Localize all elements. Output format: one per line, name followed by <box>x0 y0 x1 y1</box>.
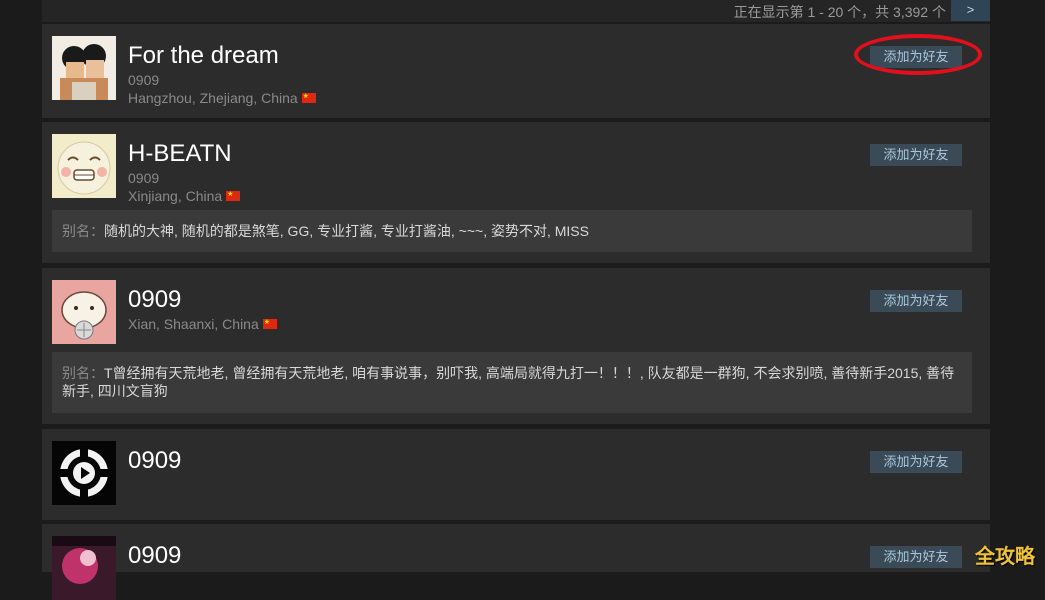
persona-location: Xinjiang, China <box>128 188 241 204</box>
china-flag-icon <box>262 319 277 330</box>
search-result-card: 0909 添加为好友 <box>42 429 990 520</box>
search-result-card: 0909 Xian, Shaanxi, China 添加为好友 别名：T曾经拥有… <box>42 268 990 424</box>
pagination-bar: 正在显示第 1 - 20 个，共 3,392 个 > <box>42 0 990 22</box>
search-result-card: 0909 添加为好友 <box>42 524 990 600</box>
avatar[interactable] <box>52 36 116 100</box>
alias-values: T曾经拥有天荒地老, 曾经拥有天荒地老, 咱有事说事，别吓我, 高端局就得九打一… <box>62 365 955 399</box>
alias-list: 别名：T曾经拥有天荒地老, 曾经拥有天荒地老, 咱有事说事，别吓我, 高端局就得… <box>52 352 972 413</box>
add-friend-button[interactable]: 添加为好友 <box>870 451 962 473</box>
alias-values: 随机的大神, 随机的都是煞笔, GG, 专业打酱, 专业打酱油, ~~~, 姿势… <box>104 223 589 239</box>
persona-name[interactable]: 0909 <box>128 286 181 314</box>
persona-location: Hangzhou, Zhejiang, China <box>128 90 316 106</box>
persona-subtitle: 0909 <box>128 170 160 186</box>
china-flag-icon <box>301 93 316 104</box>
avatar[interactable] <box>52 536 116 600</box>
persona-name[interactable]: 0909 <box>128 542 181 570</box>
persona-subtitle: 0909 <box>128 72 160 88</box>
add-friend-button[interactable]: 添加为好友 <box>870 546 962 568</box>
persona-location: Xian, Shaanxi, China <box>128 316 277 332</box>
next-page-button[interactable]: > <box>951 0 990 21</box>
add-friend-button[interactable]: 添加为好友 <box>870 290 962 312</box>
persona-name[interactable]: 0909 <box>128 447 181 475</box>
china-flag-icon <box>226 191 241 202</box>
search-result-card: For the dream 0909 Hangzhou, Zhejiang, C… <box>42 24 990 118</box>
alias-list: 别名：随机的大神, 随机的都是煞笔, GG, 专业打酱, 专业打酱油, ~~~,… <box>52 210 972 252</box>
persona-name[interactable]: H-BEATN <box>128 140 232 168</box>
avatar[interactable] <box>52 280 116 344</box>
watermark-logo: 全攻略 <box>975 546 1035 568</box>
alias-label: 别名： <box>62 365 104 381</box>
avatar[interactable] <box>52 441 116 505</box>
add-friend-button[interactable]: 添加为好友 <box>870 144 962 166</box>
red-highlight-circle <box>854 34 982 75</box>
avatar[interactable] <box>52 134 116 198</box>
persona-name[interactable]: For the dream <box>128 42 279 70</box>
pagination-text: 正在显示第 1 - 20 个，共 3,392 个 <box>733 4 946 20</box>
search-result-card: H-BEATN 0909 Xinjiang, China 添加为好友 别名：随机… <box>42 122 990 263</box>
alias-label: 别名： <box>62 223 104 239</box>
